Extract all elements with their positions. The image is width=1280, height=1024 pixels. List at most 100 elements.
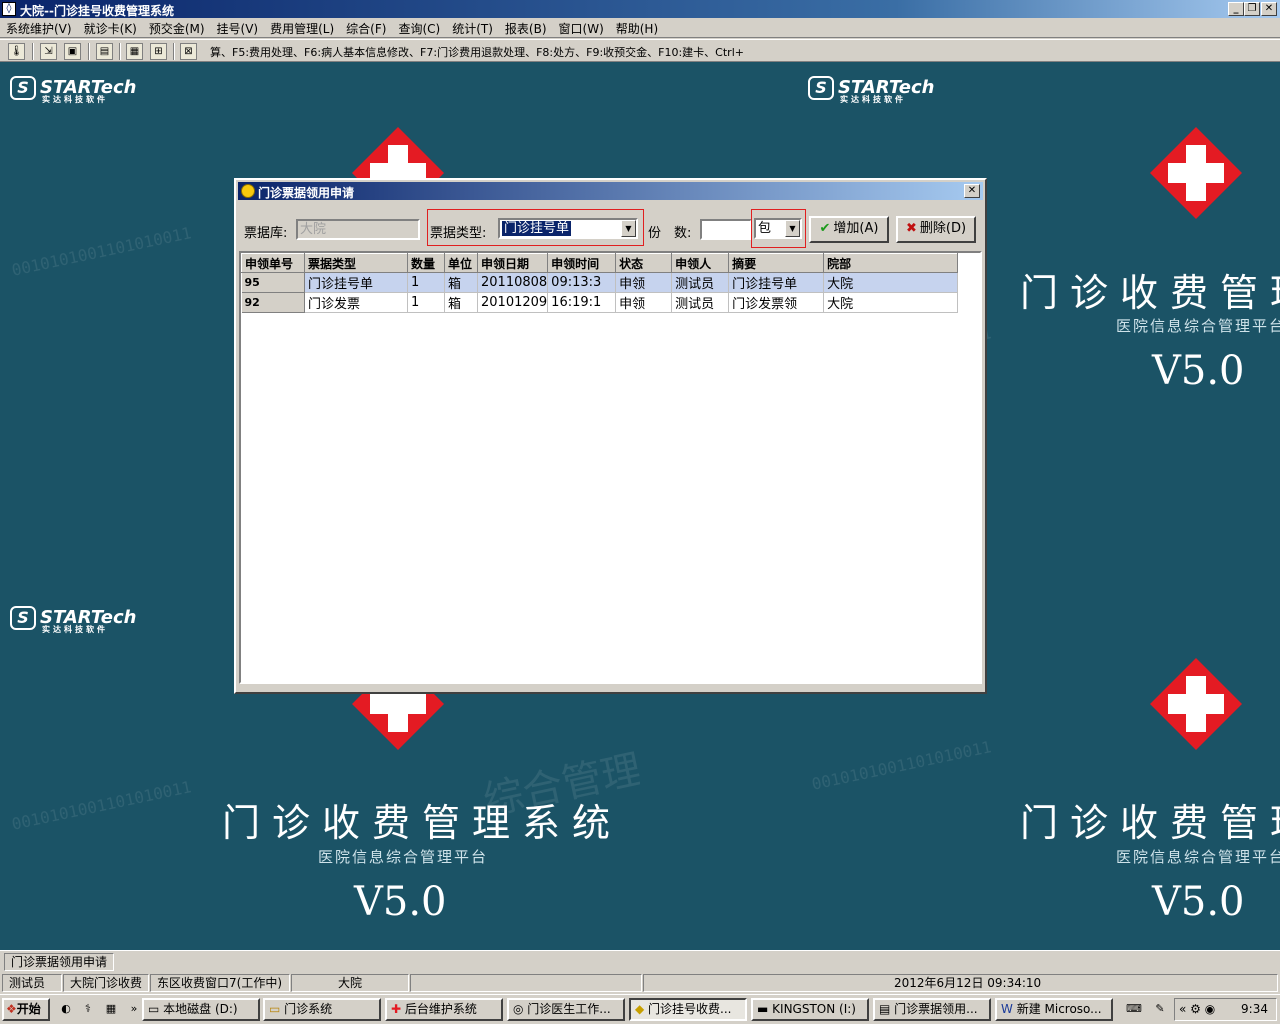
quick-launch-icon[interactable]: ⚕ xyxy=(80,1002,96,1018)
calculator-icon[interactable]: ▦ xyxy=(103,1002,119,1018)
table-cell: 95 xyxy=(241,272,305,293)
task-kingston[interactable]: ▬ KINGSTON (I:) xyxy=(751,998,869,1021)
chevron-down-icon[interactable]: ▼ xyxy=(621,220,636,237)
table-row[interactable]: 92 门诊发票 1 箱 20101209 16:19:1 申领 测试员 门诊发票… xyxy=(241,292,959,313)
task-label: 后台维护系统 xyxy=(404,1002,477,1016)
ie-icon[interactable]: ◐ xyxy=(58,1002,74,1018)
task-local-disk[interactable]: ▭ 本地磁盘 (D:) xyxy=(142,998,260,1021)
platform-subtitle: 医院信息综合管理平台 xyxy=(318,848,489,866)
column-header[interactable]: 申领单号 xyxy=(241,253,305,273)
table-cell: 1 xyxy=(407,292,445,313)
menu-register[interactable]: 挂号(V) xyxy=(211,18,265,37)
task-label: 门诊系统 xyxy=(284,1002,333,1016)
task-label: KINGSTON (I:) xyxy=(772,1002,856,1016)
startech-logo: S STARTech 实达科技软件 xyxy=(10,606,136,634)
register-icon[interactable]: ⊞ xyxy=(150,43,167,60)
menu-fees[interactable]: 费用管理(L) xyxy=(264,18,340,37)
minimize-button[interactable]: _ xyxy=(1228,2,1244,16)
add-button[interactable]: ✔ 增加(A) xyxy=(809,216,889,243)
version-label: V5.0 xyxy=(1152,879,1245,925)
thermometer-icon[interactable]: 🌡 xyxy=(8,43,25,60)
login-icon[interactable]: ⇲ xyxy=(40,43,57,60)
table-cell: 20110808 xyxy=(477,272,549,293)
unit-select[interactable]: 包 ▼ xyxy=(754,218,802,239)
column-header[interactable]: 摘要 xyxy=(728,253,825,273)
tray-expand-icon[interactable]: « xyxy=(1179,1002,1186,1016)
dialog-close-button[interactable]: ✕ xyxy=(964,184,980,198)
menu-window[interactable]: 窗口(W) xyxy=(553,18,610,37)
calculator-icon[interactable]: ▦ xyxy=(126,43,143,60)
pen-icon[interactable]: ✎ xyxy=(1152,1002,1168,1018)
task-doctor-workstation[interactable]: ◎ 门诊医生工作... xyxy=(507,998,625,1021)
column-header[interactable]: 院部 xyxy=(823,253,959,273)
exit-icon[interactable]: ⊠ xyxy=(180,43,197,60)
menu-help[interactable]: 帮助(H) xyxy=(610,18,664,37)
dialog-title: 门诊票据领用申请 xyxy=(258,186,355,200)
checkmark-icon: ✔ xyxy=(819,221,831,236)
word-icon: W xyxy=(1001,1002,1017,1016)
delete-button[interactable]: ✖ 删除(D) xyxy=(896,216,976,243)
status-bar: 测试员 大院门诊收费 东区收费窗口7(工作中) 大院 2012年6月12日 09… xyxy=(0,973,1280,993)
task-label: 门诊挂号收费... xyxy=(648,1002,732,1016)
ticket-type-value: 门诊挂号单 xyxy=(502,221,572,236)
task-label: 门诊医生工作... xyxy=(527,1002,611,1016)
red-cross-icon: ✚ xyxy=(391,1002,405,1016)
task-clinic-system[interactable]: ▭ 门诊系统 xyxy=(263,998,381,1021)
ticket-type-select[interactable]: 门诊挂号单 ▼ xyxy=(498,218,638,239)
chevron-down-icon[interactable]: ▼ xyxy=(785,220,800,237)
task-backend[interactable]: ✚ 后台维护系统 xyxy=(385,998,503,1021)
app-title-bar: ◊ 大院--门诊挂号收费管理系统 _ ❐ ✕ xyxy=(0,0,1280,18)
table-cell: 申领 xyxy=(615,272,673,293)
app-title: 大院--门诊挂号收费管理系统 xyxy=(20,4,174,18)
table-cell: 门诊挂号单 xyxy=(728,272,825,293)
version-label: V5.0 xyxy=(1152,348,1245,394)
drive-icon: ▭ xyxy=(148,1002,164,1016)
folder-icon: ▭ xyxy=(269,1002,285,1016)
status-empty xyxy=(410,974,642,992)
start-button[interactable]: ❖开始 xyxy=(2,998,50,1021)
keyboard-icon[interactable]: ⌨ xyxy=(1126,1002,1142,1018)
network-icon[interactable]: ⚙ xyxy=(1190,1002,1201,1016)
task-registration-fee[interactable]: ◆ 门诊挂号收费... xyxy=(629,998,747,1021)
column-header[interactable]: 申领日期 xyxy=(476,253,549,273)
task-word-document[interactable]: W 新建 Microso... xyxy=(995,998,1113,1021)
restore-button[interactable]: ❐ xyxy=(1244,2,1260,16)
menu-reports[interactable]: 报表(B) xyxy=(499,18,553,37)
ticket-request-dialog: 门诊票据领用申请 ✕ 票据库: 大院 票据类型: 门诊挂号单 ▼ 份 数: 包 … xyxy=(234,178,987,694)
red-cross-icon xyxy=(1150,658,1242,750)
menu-deposit[interactable]: 预交金(M) xyxy=(143,18,211,37)
startech-logo: S STARTech 实达科技软件 xyxy=(10,76,136,104)
quantity-input[interactable] xyxy=(700,219,752,240)
book-icon[interactable]: ▤ xyxy=(96,43,113,60)
user-card-icon[interactable]: ▣ xyxy=(64,43,81,60)
start-label: 开始 xyxy=(16,1002,41,1016)
table-cell: 门诊挂号单 xyxy=(304,272,408,293)
column-header[interactable]: 申领人 xyxy=(671,253,730,273)
column-header[interactable]: 状态 xyxy=(615,253,673,273)
unit-value: 包 xyxy=(758,221,772,236)
column-header[interactable]: 申领时间 xyxy=(547,253,617,273)
platform-subtitle: 医院信息综合管理平台 xyxy=(1116,317,1280,335)
clock: 9:34 xyxy=(1241,1002,1268,1016)
menu-statistics[interactable]: 统计(T) xyxy=(446,18,499,37)
version-label: V5.0 xyxy=(354,879,447,925)
column-header[interactable]: 数量 xyxy=(407,253,445,273)
table-row[interactable]: 95 门诊挂号单 1 箱 20110808 09:13:3 申领 测试员 门诊挂… xyxy=(241,272,959,293)
menu-card[interactable]: 就诊卡(K) xyxy=(78,18,143,37)
column-header[interactable]: 票据类型 xyxy=(304,253,408,273)
task-ticket-request[interactable]: ▤ 门诊票据领用... xyxy=(873,998,991,1021)
tab-ticket-request[interactable]: 门诊票据领用申请 xyxy=(4,953,115,971)
menu-system[interactable]: 系统维护(V) xyxy=(0,18,78,37)
taskbar: ❖开始 ◐ ⚕ ▦ » ▭ 本地磁盘 (D:) ▭ 门诊系统 ✚ 后台维护系统 … xyxy=(0,994,1280,1024)
type-label: 票据类型: xyxy=(430,226,487,241)
ticket-request-grid[interactable]: 申领单号 票据类型 数量 单位 申领日期 申领时间 状态 申领人 摘要 院部 9… xyxy=(239,251,982,684)
chevron-right-icon[interactable]: » xyxy=(126,1002,142,1018)
volume-icon[interactable]: ◉ xyxy=(1205,1002,1215,1016)
column-header[interactable]: 单位 xyxy=(444,253,478,273)
menu-general[interactable]: 综合(F) xyxy=(340,18,392,37)
close-button[interactable]: ✕ xyxy=(1261,2,1277,16)
table-cell: 申领 xyxy=(615,292,673,313)
system-title: 门诊收费管理系统 xyxy=(222,801,623,845)
menu-query[interactable]: 查询(C) xyxy=(392,18,446,37)
warehouse-field: 大院 xyxy=(296,219,420,240)
